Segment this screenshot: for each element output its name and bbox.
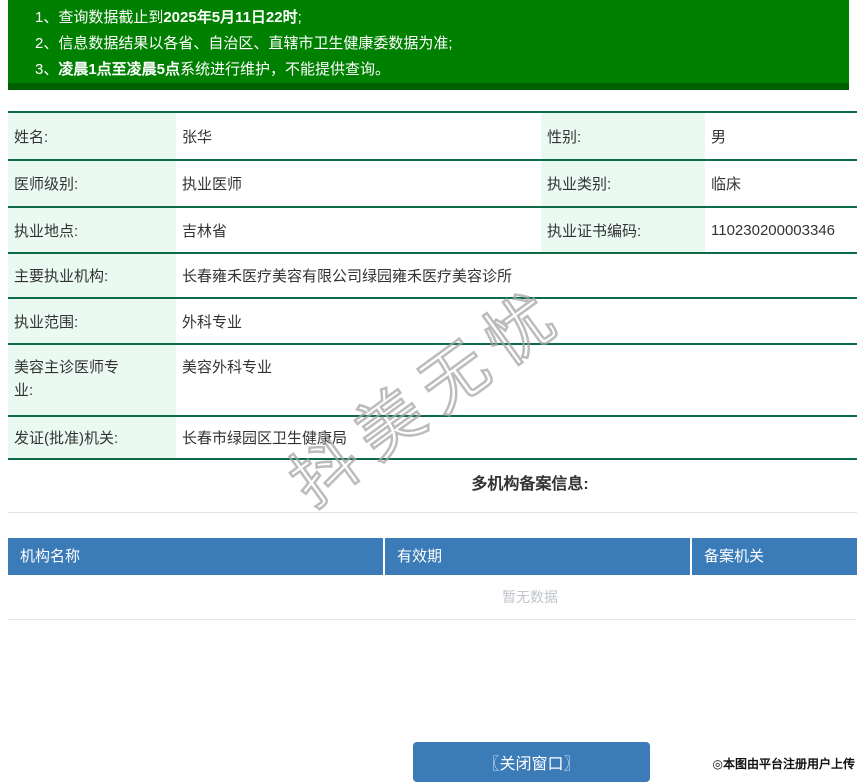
location-label: 执业地点: [8,207,176,253]
category-label: 执业类别: [541,160,705,207]
gender-label: 性别: [541,112,705,160]
cert-no-label: 执业证书编码: [541,207,705,253]
gender-value: 男 [705,112,857,160]
table-row: 医师级别: 执业医师 执业类别: 临床 [8,160,857,207]
level-value: 执业医师 [176,160,541,207]
notice-banner: 1、查询数据截止到2025年5月11日22时; 2、信息数据结果以各省、自治区、… [8,0,849,90]
notice-text: 2、信息数据结果以各省、自治区、直辖市卫生健康委数据为准; [35,35,453,52]
notice-line-1: 1、查询数据截止到2025年5月11日22时; [35,5,839,31]
aesthetic-specialty-label: 美容主诊医师专业: [8,344,176,416]
notice-line-3: 3、凌晨1点至凌晨5点系统进行维护，不能提供查询。 [35,57,839,83]
attribution-text: ◎本图由平台注册用户上传 [713,755,855,772]
aesthetic-specialty-label-text: 美容主诊医师专业: [14,356,132,402]
name-value: 张华 [176,112,541,160]
main-org-label: 主要执业机构: [8,253,176,298]
notice-text: 1、查询数据截止到 [35,9,163,26]
practitioner-info-table: 姓名: 张华 性别: 男 医师级别: 执业医师 执业类别: 临床 执业地点: 吉… [8,111,857,460]
location-value: 吉林省 [176,207,541,253]
notice-bold-text: 2025年5月11日22时 [163,9,297,26]
scope-label: 执业范围: [8,298,176,344]
table-row: 执业范围: 外科专业 [8,298,857,344]
issuing-authority-value: 长春市绿园区卫生健康局 [176,416,857,459]
column-header-valid-period: 有效期 [383,538,690,575]
column-header-filing-authority: 备案机关 [690,538,857,575]
empty-data-row: 暂无数据 [8,575,857,620]
main-org-value: 长春雍禾医疗美容有限公司绿园雍禾医疗美容诊所 [176,253,857,298]
notice-bold-text: 凌晨1点至凌晨5点 [58,61,180,78]
notice-text: ; [298,9,302,26]
level-label: 医师级别: [8,160,176,207]
section-divider [8,512,857,513]
close-window-button[interactable]: 〖关闭窗口〗 [413,742,650,782]
table-row: 发证(批准)机关: 长春市绿园区卫生健康局 [8,416,857,459]
multi-org-table-header: 机构名称 有效期 备案机关 [8,538,857,575]
multi-org-section-title: 多机构备案信息: [8,470,857,494]
notice-text: 3、 [35,61,58,78]
table-row: 姓名: 张华 性别: 男 [8,112,857,160]
issuing-authority-label: 发证(批准)机关: [8,416,176,459]
notice-text: 系统进行维护，不能提供查询。 [180,61,390,78]
scope-value: 外科专业 [176,298,857,344]
cert-no-value: 110230200003346 [705,207,857,253]
aesthetic-specialty-value: 美容外科专业 [176,344,857,416]
table-row: 主要执业机构: 长春雍禾医疗美容有限公司绿园雍禾医疗美容诊所 [8,253,857,298]
category-value: 临床 [705,160,857,207]
table-row: 美容主诊医师专业: 美容外科专业 [8,344,857,416]
notice-line-2: 2、信息数据结果以各省、自治区、直辖市卫生健康委数据为准; [35,31,839,57]
column-header-org-name: 机构名称 [8,538,383,575]
name-label: 姓名: [8,112,176,160]
table-row: 执业地点: 吉林省 执业证书编码: 110230200003346 [8,207,857,253]
